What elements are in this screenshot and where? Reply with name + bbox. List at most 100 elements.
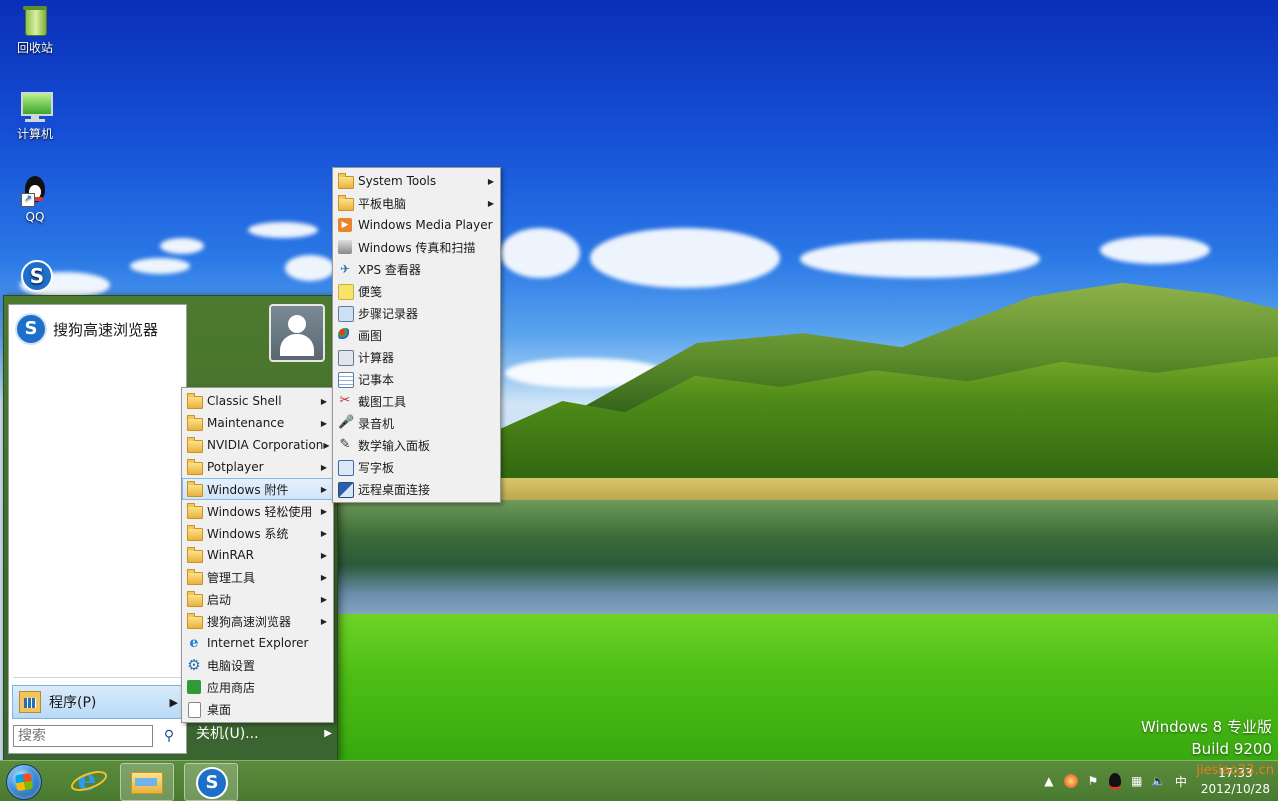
desktop-icon-qq[interactable]: ↗ QQ [5,175,65,224]
system-tray: ▲ ⚑ ▦ 🔈 中 17:33 2012/10/28 jiesiao23.cn [1041,761,1278,801]
menu-item[interactable]: 计算器 [333,346,500,368]
menu-item[interactable]: e Internet Explorer [182,632,333,654]
menu-item-label: Windows 轻松使用 [207,504,313,519]
windows-logo-icon [14,772,34,792]
chevron-right-icon: ▶ [320,418,327,428]
chevron-right-icon: ▶ [320,616,327,626]
shutdown-button[interactable]: 关机(U)... ▶ [196,723,332,743]
ime-indicator[interactable]: 中 [1173,773,1189,789]
notepad-icon [337,371,354,388]
taskbar-internet-explorer[interactable]: e [62,763,114,799]
menu-item[interactable]: 桌面 [182,698,333,720]
folder-icon [337,195,354,211]
menu-item[interactable]: System Tools ▶ [333,170,500,192]
menu-item[interactable]: 写字板 [333,456,500,478]
volume-icon[interactable]: 🔈 [1151,773,1167,789]
cloud [590,228,780,288]
menu-item-label: 桌面 [207,702,232,717]
action-center-flag-icon[interactable]: ⚑ [1085,773,1101,789]
cloud [800,240,1040,278]
chevron-right-icon: ▶ [324,727,332,739]
menu-item-label: Windows Media Player [358,218,493,232]
taskbar-file-explorer[interactable] [120,763,174,801]
qq-tray-icon[interactable] [1107,772,1123,790]
start-button[interactable] [6,764,42,800]
menu-item[interactable]: 启动 ▶ [182,588,333,610]
sticky-notes-icon [337,283,354,300]
menu-item-label: System Tools [358,174,437,188]
cloud [248,222,318,238]
ie-icon: e [189,635,199,651]
menu-item[interactable]: 便笺 [333,280,500,302]
menu-item-label: 记事本 [358,372,395,387]
menu-item[interactable]: 画图 [333,324,500,346]
network-icon[interactable]: ▦ [1129,773,1145,789]
menu-item-label: 启动 [207,592,232,607]
chevron-right-icon: ▶ [320,572,327,582]
clock[interactable]: 17:33 2012/10/28 jiesiao23.cn [1196,763,1274,797]
cloud [1100,236,1210,264]
cloud [500,228,580,278]
menu-item-label: 计算器 [358,350,395,365]
menu-item[interactable]: NVIDIA Corporation ▶ [182,434,333,456]
user-avatar[interactable] [269,304,325,362]
programs-icon [19,691,41,713]
grass [330,614,1278,760]
menu-item[interactable]: 🎤 录音机 [333,412,500,434]
menu-item[interactable]: ▶ Windows Media Player [333,214,500,236]
os-build: Build 9200 [1191,740,1272,758]
menu-item[interactable]: WinRAR ▶ [182,544,333,566]
menu-item[interactable]: 步骤记录器 [333,302,500,324]
menu-item-label: 数学输入面板 [358,438,431,453]
menu-item[interactable]: 管理工具 ▶ [182,566,333,588]
menu-item[interactable]: 远程桌面连接 [333,478,500,500]
recycle-bin-icon [19,4,51,36]
menu-item[interactable]: Windows 传真和扫描 [333,236,500,258]
menu-item[interactable]: 应用商店 [182,676,333,698]
folder-icon [337,173,354,189]
search-input[interactable] [13,725,153,747]
show-hidden-icons-icon[interactable]: ▲ [1041,773,1057,789]
menu-item-label: XPS 查看器 [358,262,421,277]
file-explorer-icon-band [135,778,157,786]
menu-item-label: Internet Explorer [207,636,309,650]
menu-item[interactable]: Windows 系统 ▶ [182,522,333,544]
menu-item[interactable]: ⚙ 电脑设置 [182,654,333,676]
menu-item[interactable]: ✎ 数学输入面板 [333,434,500,456]
desktop-icon-recycle-bin[interactable]: 回收站 [5,4,65,56]
taskbar-sogou-browser[interactable]: S [184,763,238,801]
folder-icon [186,525,203,541]
lake [330,500,1278,618]
menu-item[interactable]: 记事本 [333,368,500,390]
menu-item[interactable]: Maintenance ▶ [182,412,333,434]
desktop-icon-computer[interactable]: 计算机 [5,90,65,142]
chevron-right-icon: ▶ [169,695,178,709]
folder-icon [186,459,203,475]
pinned-item-label: 搜狗高速浏览器 [53,320,159,339]
security-shield-icon[interactable] [1063,773,1079,789]
menu-item[interactable]: 平板电脑 ▶ [333,192,500,214]
menu-item-label: Potplayer [207,460,264,474]
menu-item[interactable]: Potplayer ▶ [182,456,333,478]
menu-item[interactable]: 搜狗高速浏览器 ▶ [182,610,333,632]
menu-item[interactable]: Classic Shell ▶ [182,390,333,412]
desktop-icon-sogou-browser[interactable]: S [5,258,65,293]
search-icon[interactable]: ⚲ [159,726,179,746]
media-player-icon: ▶ [337,217,353,233]
menu-item[interactable]: Windows 附件 ▶ [182,478,333,500]
menu-item-label: NVIDIA Corporation [207,438,324,452]
sogou-browser-icon: S [15,313,47,345]
menu-item[interactable]: Windows 轻松使用 ▶ [182,500,333,522]
menu-item[interactable]: ✂ 截图工具 [333,390,500,412]
steps-recorder-icon [337,305,354,322]
menu-item[interactable]: ✈ XPS 查看器 [333,258,500,280]
menu-item-label: 写字板 [358,460,395,475]
desktop-icon-label: 计算机 [16,127,53,141]
pinned-sogou-browser[interactable]: S 搜狗高速浏览器 [15,313,158,345]
programs-menu: Classic Shell ▶ Maintenance ▶ NVIDIA Corpora… [181,387,334,723]
folder-icon [186,591,203,607]
desktop-icon-label: QQ [25,210,45,224]
programs-button[interactable]: 程序(P) ▶ [12,685,183,719]
menu-item-label: Classic Shell [207,394,282,408]
cloud [160,238,204,254]
